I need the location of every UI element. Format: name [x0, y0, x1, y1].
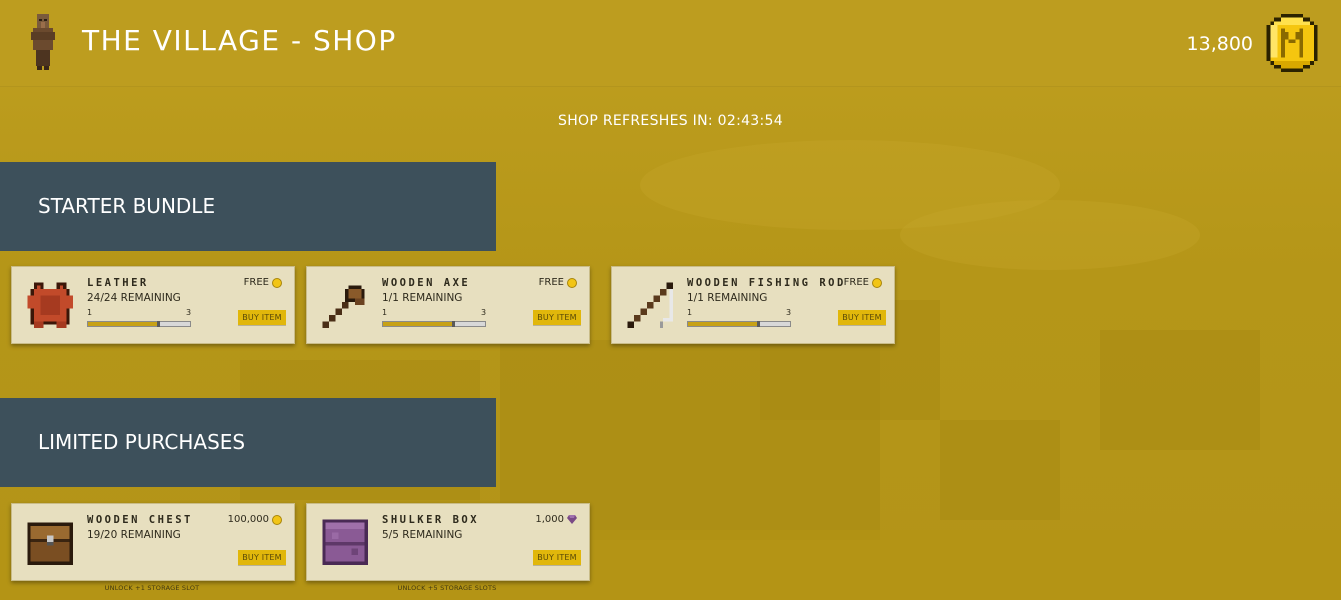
unlock-note: UNLOCK +5 STORAGE SLOTS [397, 584, 497, 592]
item-price: FREE [844, 277, 882, 288]
item-name: WOODEN FISHING ROD [687, 277, 846, 289]
item-remaining: 1/1 REMAINING [687, 292, 768, 304]
quantity-max: 3 [481, 308, 487, 317]
gold-coin-icon [1266, 14, 1318, 72]
villager-icon [31, 14, 55, 70]
unlock-note: UNLOCK +1 STORAGE SLOT [104, 584, 200, 592]
shop-item-card: LEATHER 24/24 REMAINING FREE 1 3 BUY ITE… [11, 266, 295, 344]
coin-icon [272, 514, 282, 525]
shop-item-card: WOODEN AXE 1/1 REMAINING FREE 1 3 BUY IT… [306, 266, 590, 344]
coin-icon [272, 277, 282, 288]
buy-item-button[interactable]: BUY ITEM [238, 310, 286, 325]
quantity-slider[interactable] [87, 321, 191, 327]
price-value: 100,000 [227, 514, 269, 525]
price-value: 1,000 [535, 514, 564, 525]
item-price: 100,000 [228, 514, 282, 525]
leather-icon [27, 282, 73, 328]
slider-fill [688, 322, 760, 326]
item-name: LEATHER [87, 277, 149, 289]
buy-item-button[interactable]: BUY ITEM [533, 550, 581, 565]
coin-balance: 13,800 [1186, 33, 1253, 55]
price-value: FREE [243, 277, 269, 288]
wooden-axe-icon [322, 285, 365, 328]
item-remaining: 5/5 REMAINING [382, 529, 463, 541]
item-price: FREE [539, 277, 577, 288]
quantity-min: 1 [687, 308, 693, 317]
wooden-chest-icon [27, 522, 73, 565]
refresh-time: 02:43:54 [717, 113, 783, 129]
quantity-min: 1 [382, 308, 388, 317]
section-title: STARTER BUNDLE [38, 194, 216, 218]
item-name: WOODEN AXE [382, 277, 471, 289]
shulker-box-icon [322, 519, 368, 565]
shop-item-card: SHULKER BOX 5/5 REMAINING 1,000 BUY ITEM [306, 503, 590, 581]
section-title: LIMITED PURCHASES [38, 430, 246, 454]
slider-thumb[interactable] [157, 321, 160, 327]
slider-fill [383, 322, 455, 326]
item-name: SHULKER BOX [382, 514, 480, 526]
buy-item-button[interactable]: BUY ITEM [533, 310, 581, 325]
item-remaining: 1/1 REMAINING [382, 292, 463, 304]
item-name: WOODEN CHEST [87, 514, 193, 526]
item-price: 1,000 [535, 514, 577, 525]
fishing-rod-icon [627, 282, 673, 328]
shop-item-card: WOODEN CHEST 19/20 REMAINING 100,000 BUY… [11, 503, 295, 581]
coin-icon [567, 277, 577, 288]
price-value: FREE [538, 277, 564, 288]
gem-icon [567, 515, 577, 524]
quantity-max: 3 [786, 308, 792, 317]
quantity-max: 3 [186, 308, 192, 317]
quantity-slider[interactable] [382, 321, 486, 327]
slider-thumb[interactable] [757, 321, 760, 327]
quantity-min: 1 [87, 308, 93, 317]
page-title: THE VILLAGE - SHOP [82, 24, 397, 57]
buy-item-button[interactable]: BUY ITEM [238, 550, 286, 565]
item-remaining: 19/20 REMAINING [87, 529, 181, 541]
quantity-slider[interactable] [687, 321, 791, 327]
header-bar: THE VILLAGE - SHOP 13,800 [0, 0, 1341, 87]
coin-icon [872, 277, 882, 288]
refresh-label: SHOP REFRESHES IN: [558, 113, 713, 129]
section-header-limited-purchases: LIMITED PURCHASES [0, 398, 496, 487]
shop-item-card: WOODEN FISHING ROD 1/1 REMAINING FREE 1 … [611, 266, 895, 344]
buy-item-button[interactable]: BUY ITEM [838, 310, 886, 325]
slider-fill [88, 322, 160, 326]
item-price: FREE [244, 277, 282, 288]
shop-refresh-timer: SHOP REFRESHES IN: 02:43:54 [0, 113, 1341, 129]
price-value: FREE [843, 277, 869, 288]
item-remaining: 24/24 REMAINING [87, 292, 181, 304]
slider-thumb[interactable] [452, 321, 455, 327]
section-header-starter-bundle: STARTER BUNDLE [0, 162, 496, 251]
